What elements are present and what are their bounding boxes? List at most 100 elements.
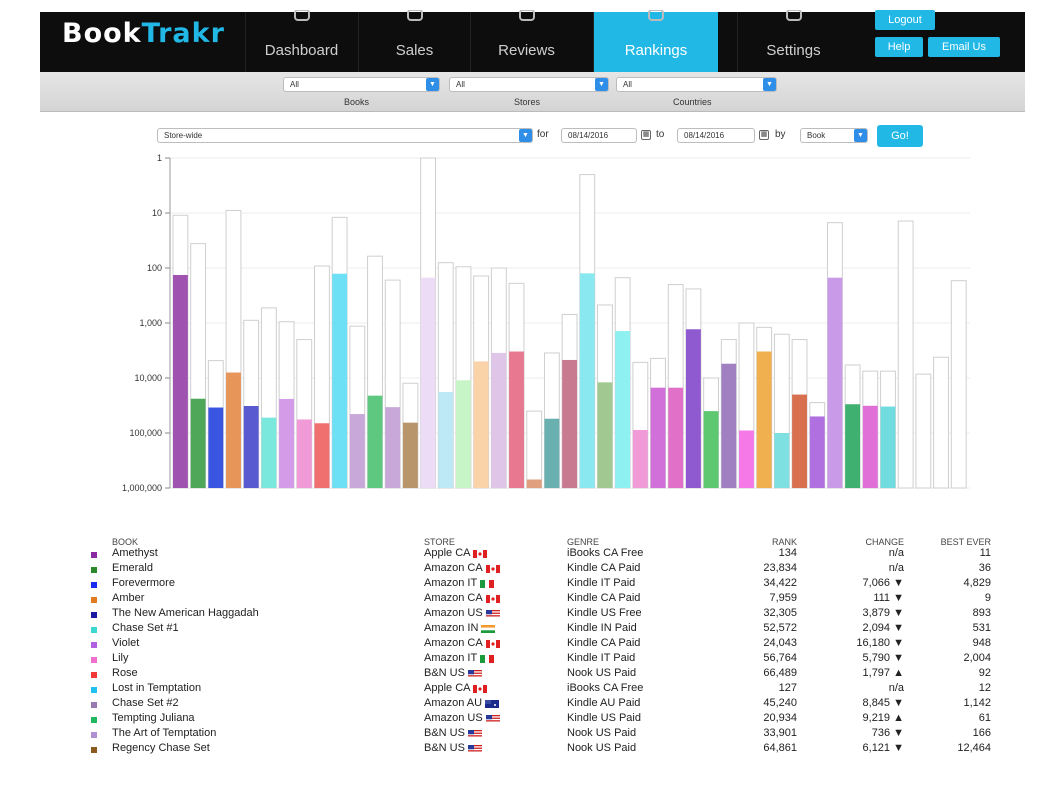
rank-bar[interactable] <box>332 273 348 488</box>
rank-bar[interactable] <box>261 417 277 488</box>
rank-bar[interactable] <box>845 404 861 488</box>
table-row[interactable]: Tempting Juliana Amazon US Kindle US Paid 2… <box>0 712 1057 728</box>
store-name: Amazon IT <box>424 652 495 664</box>
rank-bar[interactable] <box>650 387 666 488</box>
countries-select-value: All <box>623 80 632 89</box>
flag-au-icon <box>485 699 500 709</box>
tab-rankings[interactable]: Rankings <box>593 9 718 72</box>
y-tick-label: 10,000 <box>134 373 162 383</box>
rank-bar[interactable] <box>190 398 206 488</box>
change-value: 111 ▼ <box>873 592 904 604</box>
change-value: 7,066 ▼ <box>863 577 904 589</box>
rank-bar[interactable] <box>473 361 489 488</box>
rank-bar[interactable] <box>243 406 259 488</box>
rank-bar[interactable] <box>880 406 896 488</box>
book-title: Forevermore <box>112 577 175 589</box>
table-row[interactable]: The New American Haggadah Amazon US Kindle… <box>0 607 1057 623</box>
books-select[interactable]: All ▼ <box>283 77 440 92</box>
table-row[interactable]: The Art of Temptation B&N US Nook US Paid 3… <box>0 727 1057 743</box>
best-ever-bar[interactable] <box>950 280 967 489</box>
rank-bar[interactable] <box>756 351 772 488</box>
rank-bar[interactable] <box>827 277 843 488</box>
rank-bar[interactable] <box>296 419 312 488</box>
rank-bar[interactable] <box>774 433 790 488</box>
to-date-input[interactable]: 08/14/2016 <box>677 128 755 143</box>
rank-bar[interactable] <box>703 411 719 488</box>
from-date-value: 08/14/2016 <box>568 131 609 140</box>
table-row[interactable]: Rose B&N US Nook US Paid 66,489 1,797 ▲ 92 <box>0 667 1057 683</box>
legend-swatch <box>91 627 97 633</box>
best-ever-bar[interactable] <box>897 220 914 489</box>
table-row[interactable]: Lost in Temptation Apple CA iBooks CA Free… <box>0 682 1057 698</box>
rank-bar[interactable] <box>862 405 878 488</box>
tab-reviews[interactable]: Reviews <box>470 9 582 72</box>
tab-settings[interactable]: Settings <box>737 9 849 72</box>
rank-bar[interactable] <box>173 274 188 488</box>
rank-bar[interactable] <box>792 394 807 488</box>
rank-bar[interactable] <box>526 479 542 488</box>
table-row[interactable]: Chase Set #2 Amazon AU Kindle AU Paid 45,24… <box>0 697 1057 713</box>
countries-select[interactable]: All ▼ <box>616 77 777 92</box>
tab-dashboard[interactable]: Dashboard <box>245 9 357 72</box>
help-button[interactable]: Help <box>875 37 923 57</box>
rank-bar[interactable] <box>420 277 436 488</box>
rank-bar[interactable] <box>632 429 648 488</box>
calendar-icon[interactable]: ▦ <box>759 130 769 140</box>
rank-bar[interactable] <box>685 329 701 488</box>
tab-sales[interactable]: Sales <box>358 9 470 72</box>
rank-bar[interactable] <box>402 422 418 488</box>
store-name-text: B&N US <box>424 742 465 754</box>
rank-bar[interactable] <box>208 407 224 488</box>
genre: Nook US Paid <box>567 727 636 739</box>
rank-bar[interactable] <box>615 331 631 488</box>
store-name: Amazon AU <box>424 697 500 709</box>
group-by-select[interactable]: Book ▼ <box>800 128 868 143</box>
store-name-text: Amazon CA <box>424 637 483 649</box>
rank-bar[interactable] <box>509 351 524 488</box>
from-date-input[interactable]: 08/14/2016 <box>561 128 637 143</box>
scope-select[interactable]: Store-wide ▼ <box>157 128 533 143</box>
go-button[interactable]: Go! <box>877 125 923 147</box>
stores-select[interactable]: All ▼ <box>449 77 609 92</box>
rank-bar[interactable] <box>597 382 613 488</box>
rank-bar[interactable] <box>668 387 684 488</box>
table-row[interactable]: Regency Chase Set B&N US Nook US Paid 64,86… <box>0 742 1057 758</box>
legend-swatch <box>91 747 97 753</box>
rank-bar[interactable] <box>367 395 383 488</box>
rank-bar[interactable] <box>721 363 737 488</box>
best-ever-bar[interactable] <box>526 410 543 489</box>
table-row[interactable]: Amethyst Apple CA iBooks CA Free 134 n/a 11 <box>0 547 1057 563</box>
rank-bar[interactable] <box>385 407 401 488</box>
change-value-text: n/a <box>888 682 904 694</box>
store-name-text: Amazon CA <box>424 562 483 574</box>
rank-bar[interactable] <box>491 352 507 488</box>
store-name: Amazon IT <box>424 577 495 589</box>
rank-bar[interactable] <box>739 430 754 488</box>
app-logo[interactable]: BookTrakr <box>62 18 225 49</box>
rank-bar[interactable] <box>438 392 454 488</box>
rank-bar[interactable] <box>226 372 241 488</box>
best-ever-bar[interactable] <box>915 373 932 489</box>
rank-bar[interactable] <box>279 398 294 488</box>
table-row[interactable]: Chase Set #1 Amazon IN Kindle IN Paid 52,57… <box>0 622 1057 638</box>
rank-bar[interactable] <box>314 423 330 488</box>
table-row[interactable]: Violet Amazon CA Kindle CA Paid 24,043 16,18… <box>0 637 1057 653</box>
rank-bar[interactable] <box>349 414 365 488</box>
table-row[interactable]: Lily Amazon IT Kindle IT Paid 56,764 5,790 ▼… <box>0 652 1057 668</box>
table-row[interactable]: Amber Amazon CA Kindle CA Paid 7,959 111 ▼ 9 <box>0 592 1057 608</box>
email-us-button[interactable]: Email Us <box>928 37 1000 57</box>
rank-bar[interactable] <box>809 416 825 488</box>
rank-value: 66,489 <box>763 667 797 679</box>
book-title: Amber <box>112 592 144 604</box>
change-value-text: 736 ▼ <box>871 727 904 739</box>
table-row[interactable]: Emerald Amazon CA Kindle CA Paid 23,834 n/a 3… <box>0 562 1057 578</box>
book-title-text: Chase Set #1 <box>112 622 179 634</box>
rank-bar[interactable] <box>562 359 578 488</box>
logout-button[interactable]: Logout <box>875 10 935 30</box>
rank-bar[interactable] <box>544 418 560 488</box>
rank-bar[interactable] <box>456 380 471 488</box>
calendar-icon[interactable]: ▦ <box>641 130 651 140</box>
rank-bar[interactable] <box>579 273 595 488</box>
best-ever-bar[interactable] <box>933 356 949 489</box>
table-row[interactable]: Forevermore Amazon IT Kindle IT Paid 34,422… <box>0 577 1057 593</box>
